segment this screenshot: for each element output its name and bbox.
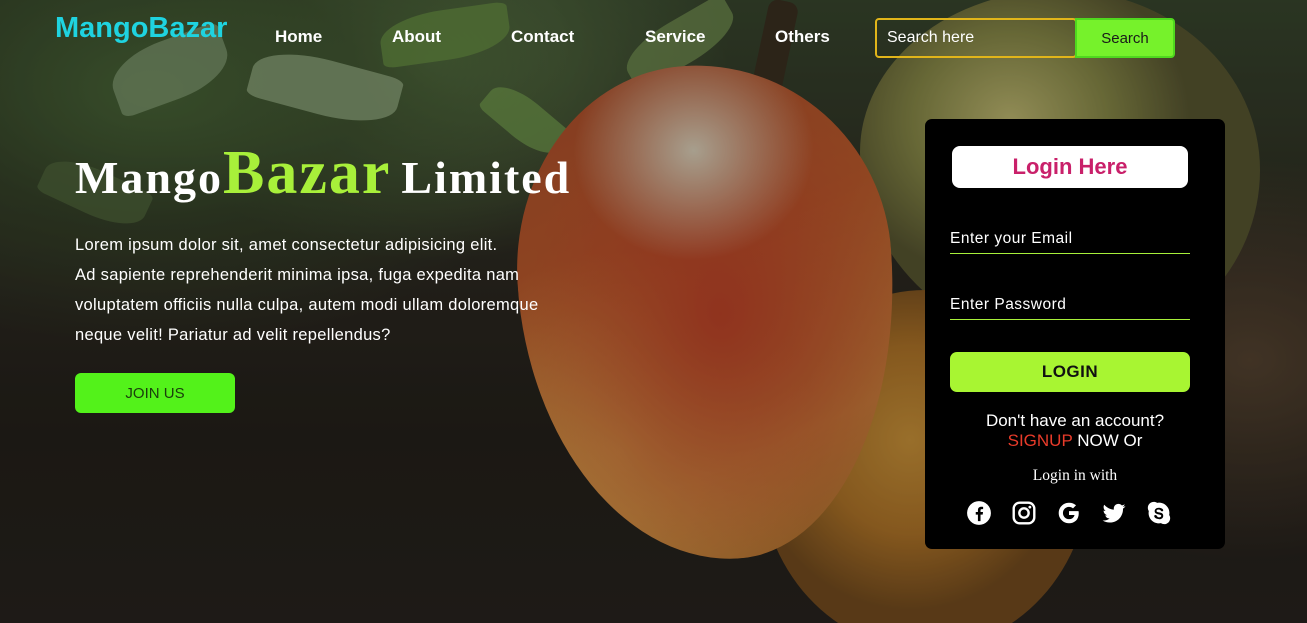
hero-line: neque velit! Pariatur ad velit repellend…: [75, 326, 391, 344]
social-login-row: [965, 499, 1195, 529]
email-field[interactable]: [950, 224, 1190, 254]
signup-row: SIGNUP NOW Or: [925, 431, 1225, 451]
signup-link[interactable]: SIGNUP: [1008, 431, 1073, 450]
login-card-title: Login Here: [952, 146, 1188, 188]
signup-suffix: NOW Or: [1072, 431, 1143, 450]
hero-line: voluptatem officiis nulla culpa, autem m…: [75, 296, 539, 314]
twitter-icon[interactable]: [1100, 499, 1128, 527]
google-icon[interactable]: [1055, 499, 1083, 527]
password-field[interactable]: [950, 290, 1190, 320]
nav-service[interactable]: Service: [645, 27, 706, 47]
login-with-label: Login in with: [1032, 467, 1118, 484]
login-button[interactable]: LOGIN: [950, 352, 1190, 392]
nav-home[interactable]: Home: [275, 27, 322, 47]
hero-title: MangoBazar Limited: [75, 138, 571, 209]
login-card: Login Here LOGIN Don't have an account? …: [925, 119, 1225, 549]
hero-paragraph: Lorem ipsum dolor sit, amet consectetur …: [75, 230, 605, 350]
search-button[interactable]: Search: [1075, 18, 1175, 58]
join-us-button[interactable]: JOIN US: [75, 373, 235, 413]
nav-about[interactable]: About: [392, 27, 441, 47]
hero-title-mango: Mango: [75, 152, 223, 203]
facebook-icon[interactable]: [965, 499, 993, 527]
skype-icon[interactable]: [1145, 499, 1173, 527]
instagram-icon[interactable]: [1010, 499, 1038, 527]
hero-line: Ad sapiente reprehenderit minima ipsa, f…: [75, 266, 520, 284]
no-account-text: Don't have an account?: [985, 411, 1165, 430]
brand-logo[interactable]: MangoBazar: [55, 12, 227, 45]
nav-others[interactable]: Others: [775, 27, 830, 47]
hero-line: Lorem ipsum dolor sit, amet consectetur …: [75, 236, 498, 254]
search-input[interactable]: [875, 18, 1077, 58]
nav-contact[interactable]: Contact: [511, 27, 574, 47]
signup-prompt: Don't have an account? SIGNUP NOW Or: [925, 411, 1225, 451]
hero-title-limited: Limited: [401, 152, 572, 203]
hero-title-bazar: Bazar: [223, 139, 392, 207]
